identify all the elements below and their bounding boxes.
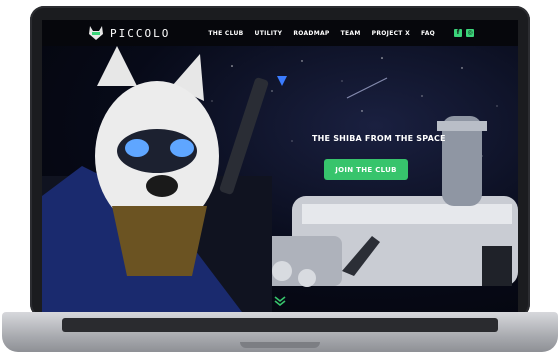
navbar: PICCOLO THE CLUB UTILITY ROADMAP TEAM PR… (42, 20, 518, 46)
social-links: f ◎ (454, 29, 475, 37)
nav-item-team[interactable]: TEAM (341, 30, 361, 37)
hero-tagline: THE SHIBA FROM THE SPACE (312, 134, 446, 143)
brand-logo[interactable]: PICCOLO (88, 26, 170, 40)
starfield-background (42, 46, 518, 312)
scroll-down-chevron-icon[interactable] (274, 296, 286, 306)
laptop-screen: PICCOLO THE CLUB UTILITY ROADMAP TEAM PR… (42, 20, 518, 312)
nav-item-roadmap[interactable]: ROADMAP (293, 30, 329, 37)
nav-item-the-club[interactable]: THE CLUB (208, 30, 243, 37)
hero-section: THE SHIBA FROM THE SPACE JOIN THE CLUB (42, 46, 518, 312)
shiba-logo-icon (89, 26, 103, 40)
instagram-icon[interactable]: ◎ (466, 29, 475, 37)
laptop-keyboard (62, 318, 498, 332)
join-the-club-button[interactable]: JOIN THE CLUB (324, 159, 408, 180)
nav-menu: THE CLUB UTILITY ROADMAP TEAM PROJECT X … (208, 30, 435, 37)
nav-item-project-x[interactable]: PROJECT X (372, 30, 410, 37)
nav-item-faq[interactable]: FAQ (421, 30, 435, 37)
laptop-notch (240, 342, 320, 348)
brand-name: PICCOLO (110, 26, 171, 40)
facebook-icon[interactable]: f (454, 29, 463, 37)
nav-item-utility[interactable]: UTILITY (255, 30, 283, 37)
shiba-astronaut-illustration (42, 46, 287, 312)
